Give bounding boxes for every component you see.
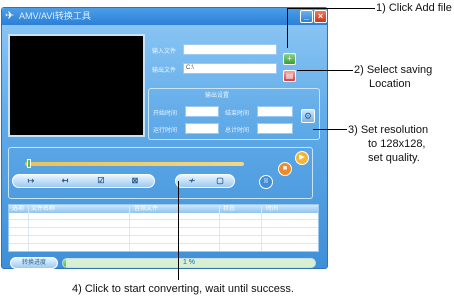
- app-window: ✈ AMV/AVI转换工具 _ × 输入文件 + 输出文件 C:\ ▤ 输出设置…: [1, 7, 328, 269]
- minimize-button[interactable]: _: [300, 10, 313, 23]
- add-file-button[interactable]: +: [283, 53, 296, 65]
- col-time: 时间: [266, 206, 279, 212]
- output-settings-panel: 输出设置 开始时间 结束时间 运行时间 总计时间 ⚙: [148, 88, 320, 140]
- leader-line-3: [313, 129, 347, 130]
- convert-button[interactable]: ≁: [182, 176, 202, 186]
- input-file-field[interactable]: [183, 44, 277, 55]
- leader-line-1: [287, 8, 288, 48]
- end-time-field[interactable]: [257, 106, 293, 117]
- table-row[interactable]: [9, 221, 318, 228]
- seek-slider[interactable]: [25, 162, 244, 166]
- save-location-button[interactable]: ▤: [283, 70, 296, 82]
- title-bar: ✈ AMV/AVI转换工具 _ ×: [2, 8, 327, 25]
- film-icon: ✈: [5, 10, 15, 22]
- output-file-label: 输出文件: [152, 68, 177, 74]
- leader-line-2: [297, 70, 353, 71]
- table-row[interactable]: [9, 245, 318, 251]
- start-time-field[interactable]: [185, 106, 219, 117]
- progress-button[interactable]: 转换进度: [10, 257, 58, 269]
- leader-line-1b: [287, 8, 375, 9]
- table-header: 选项 文件名称 音频文件 状态 时间: [9, 205, 318, 213]
- total-time-label: 总计时间: [225, 128, 250, 134]
- run-time-field[interactable]: [185, 123, 219, 134]
- stop-button[interactable]: ▢: [210, 176, 230, 186]
- callout-select-saving: 2) Select saving: [354, 64, 433, 76]
- total-time-field[interactable]: [257, 123, 293, 134]
- info-button[interactable]: II: [259, 175, 273, 189]
- settings-icon[interactable]: ⚙: [301, 109, 315, 123]
- seek-handle[interactable]: [27, 159, 31, 168]
- file-list-table: 选项 文件名称 音频文件 状态 时间: [8, 204, 319, 252]
- mark-in-button[interactable]: ↦: [21, 176, 41, 186]
- table-row[interactable]: [9, 229, 318, 236]
- close-button[interactable]: ×: [314, 10, 327, 23]
- video-preview: [8, 34, 145, 137]
- window-title: AMV/AVI转换工具: [19, 11, 91, 21]
- callout-add-file: 1) Click Add file: [376, 2, 452, 14]
- callout-convert: 4) Click to start converting, wait until…: [72, 283, 294, 295]
- col-status: 状态: [223, 206, 236, 212]
- input-file-label: 输入文件: [152, 49, 177, 55]
- progress-text: 1 %: [182, 259, 196, 266]
- leader-line-4: [178, 181, 179, 280]
- settings-title: 输出设置: [205, 93, 230, 99]
- table-row[interactable]: [9, 237, 318, 244]
- conversion-progress: 1 %: [62, 258, 316, 268]
- callout-resolution: 3) Set resolution: [348, 124, 429, 136]
- col-audio: 音频文件: [134, 206, 159, 212]
- callout-location: Location: [369, 78, 411, 90]
- callout-quality: set quality.: [368, 152, 420, 164]
- cancel-button[interactable]: ⊠: [125, 176, 145, 186]
- mark-out-button[interactable]: ↤: [55, 176, 75, 186]
- edit-toolbar: ↦ ↤ ☑ ⊠: [12, 174, 155, 188]
- col-option: 选项: [12, 206, 25, 212]
- play-button[interactable]: ▶: [295, 151, 309, 165]
- check-button[interactable]: ☑: [91, 176, 111, 186]
- table-row[interactable]: [9, 213, 318, 220]
- start-time-label: 开始时间: [153, 111, 178, 117]
- col-filename: 文件名称: [31, 206, 56, 212]
- convert-toolbar: ≁ ▢: [175, 174, 235, 188]
- end-time-label: 结束时间: [225, 111, 250, 117]
- run-time-label: 运行时间: [153, 128, 178, 134]
- output-path-field[interactable]: C:\: [183, 63, 277, 74]
- callout-size: to 128x128,: [368, 138, 426, 150]
- playback-panel: [8, 147, 313, 199]
- pause-button[interactable]: ■: [278, 162, 292, 176]
